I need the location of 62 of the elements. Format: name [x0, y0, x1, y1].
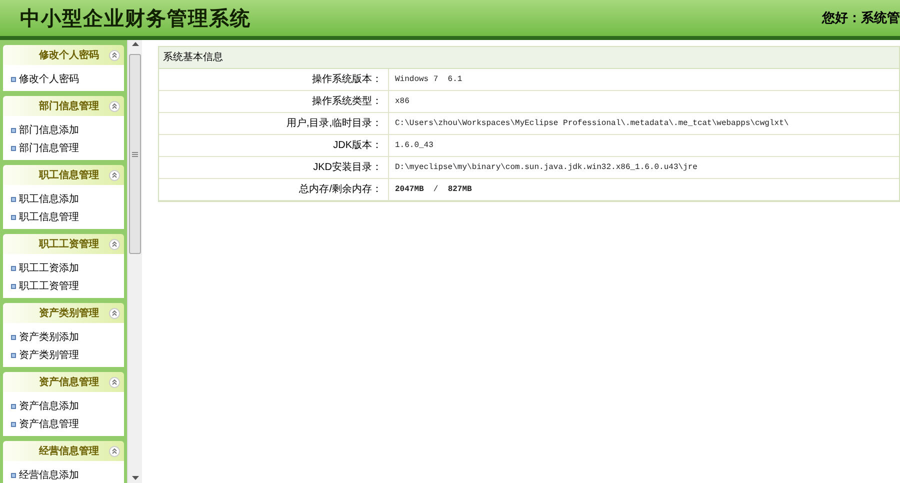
bullet-icon: [11, 284, 16, 288]
menu-link[interactable]: 资产信息添加: [19, 398, 79, 414]
menu-link[interactable]: 资产类别添加: [19, 330, 79, 344]
app-title: 中小型企业财务管理系统: [19, 5, 251, 32]
menu-group-title: 职工信息管理: [39, 168, 99, 182]
grip-icon: [132, 152, 138, 156]
collapse-icon[interactable]: [109, 50, 120, 60]
menu-group-header[interactable]: 职工工资管理: [3, 234, 124, 254]
bullet-icon: [11, 472, 16, 478]
info-label: JKD安装目录：: [159, 157, 389, 178]
scroll-down-icon[interactable]: [132, 476, 138, 480]
info-value: x86: [394, 96, 410, 108]
menu-link[interactable]: 部门信息管理: [19, 140, 79, 156]
menu-group-header[interactable]: 资产信息管理: [3, 372, 124, 392]
info-label: 用户,目录,临时目录：: [159, 113, 389, 134]
info-value: Windows 7 6.1: [394, 74, 462, 86]
greeting-text: 您好：系统管: [822, 9, 900, 28]
menu-link[interactable]: 资产信息管理: [19, 416, 79, 432]
collapse-icon[interactable]: [109, 376, 120, 388]
menu-group-title: 资产信息管理: [39, 376, 99, 390]
info-value: C:\Users\zhou\Workspaces\MyEclipse Professional\.metadata\.me_tcat\webapps\cwglxt\: [394, 118, 789, 130]
info-label: 操作系统版本：: [159, 69, 389, 90]
menu-link[interactable]: 职工工资管理: [19, 278, 79, 294]
menu-link[interactable]: 资产类别管理: [19, 348, 79, 362]
collapse-icon[interactable]: [109, 308, 120, 318]
bullet-icon: [11, 352, 16, 358]
menu-group-title: 资产类别管理: [39, 306, 99, 320]
menu-group-title: 修改个人密码: [39, 48, 99, 62]
info-label: 总内存/剩余内存：: [159, 179, 389, 200]
bullet-icon: [11, 214, 16, 220]
menu-group-title: 部门信息管理: [39, 99, 99, 114]
info-value: 1.6.0_43: [394, 140, 434, 152]
menu-group-header[interactable]: 职工信息管理: [3, 165, 124, 185]
info-label: JDK版本：: [159, 135, 389, 156]
info-value: D:\myeclipse\my\binary\com.sun.java.jdk.win32.x86_1.6.0.u43\jre: [394, 162, 698, 174]
menu-group-title: 职工工资管理: [39, 238, 99, 252]
panel-title: 系统基本信息: [159, 47, 899, 69]
collapse-icon[interactable]: [109, 238, 120, 250]
menu-group-title: 经营信息管理: [39, 444, 99, 458]
menu-group-header[interactable]: 经营信息管理: [3, 441, 124, 461]
collapse-icon[interactable]: [109, 446, 120, 456]
bullet-icon: [11, 334, 16, 340]
menu-group-header[interactable]: 资产类别管理: [3, 303, 124, 323]
info-label: 操作系统类型：: [159, 91, 389, 112]
scrollbar-thumb[interactable]: [129, 54, 141, 254]
menu-group-header[interactable]: 部门信息管理: [3, 96, 124, 116]
bullet-icon: [11, 266, 16, 270]
collapse-icon[interactable]: [109, 100, 120, 112]
menu-link[interactable]: 职工信息添加: [19, 192, 79, 206]
bullet-icon: [11, 196, 16, 202]
menu-link[interactable]: 部门信息添加: [19, 122, 79, 138]
bullet-icon: [11, 128, 16, 132]
bullet-icon: [11, 404, 16, 408]
bullet-icon: [11, 76, 16, 82]
collapse-icon[interactable]: [109, 170, 120, 180]
menu-link[interactable]: 职工工资添加: [19, 260, 79, 276]
info-value: 2047MB / 827MB: [394, 184, 472, 196]
bullet-icon: [11, 146, 16, 150]
menu-link[interactable]: 职工信息管理: [19, 210, 79, 224]
menu-group-header[interactable]: 修改个人密码: [3, 45, 124, 65]
bullet-icon: [11, 422, 16, 426]
scroll-up-icon[interactable]: [132, 42, 138, 46]
